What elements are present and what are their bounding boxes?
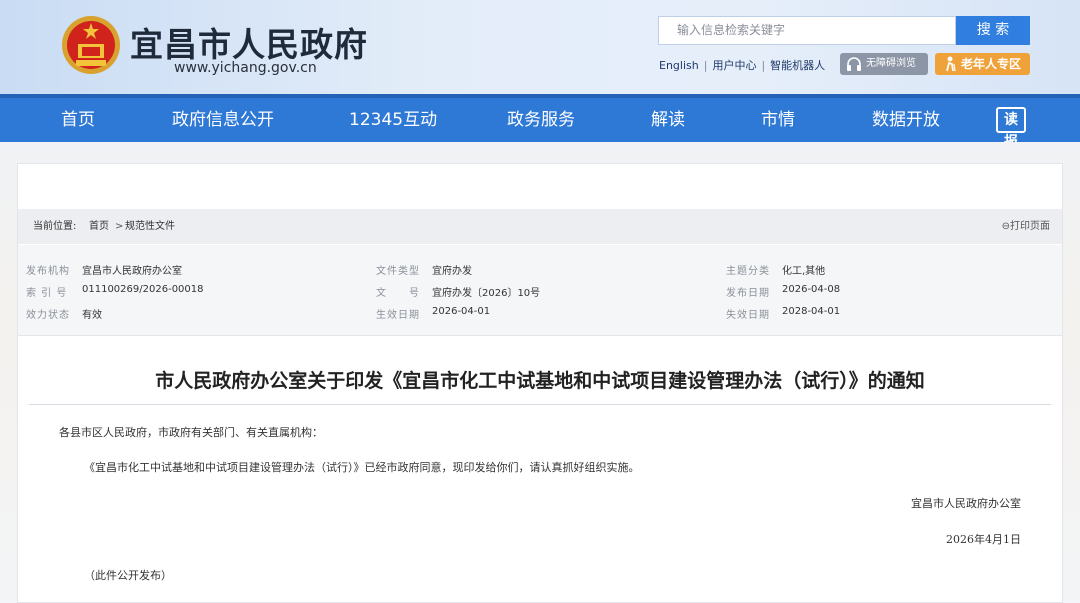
meta-publisher: 宜昌市人民政府办公室 (82, 266, 182, 277)
breadcrumb-separator: > (115, 221, 124, 232)
elder-zone-button[interactable]: 老年人专区 (935, 53, 1030, 75)
read-newspaper-icon[interactable]: 读报 (996, 107, 1026, 150)
meta-pubdate: 2026-04-08 (782, 284, 841, 295)
print-label: 打印页面 (1010, 221, 1050, 232)
barrier-free-button[interactable]: 无障碍浏览 (840, 53, 928, 75)
meta-label: 生效日期 (376, 310, 420, 321)
site-title[interactable]: 宜昌市人民政府 (130, 18, 368, 66)
nav-city-info[interactable]: 市情 (761, 98, 795, 142)
meta-status: 有效 (82, 310, 102, 321)
link-separator: | (761, 59, 766, 72)
barrier-free-label: 无障碍浏览 (866, 58, 916, 69)
nav-12345[interactable]: 12345互动 (349, 98, 437, 142)
print-icon: ⊖ (1001, 221, 1010, 232)
link-separator: | (703, 59, 708, 72)
main-nav: 首页 政府信息公开 12345互动 政务服务 解读 市情 数据开放 读报 (0, 94, 1080, 150)
meta-label: 文 号 (376, 288, 420, 299)
meta-effective: 2026-04-01 (432, 306, 491, 317)
meta-label: 文件类型 (376, 266, 420, 277)
meta-index: 011100269/2026-00018 (82, 284, 204, 295)
headphones-icon (847, 57, 861, 71)
search-button[interactable]: 搜 索 (956, 16, 1030, 45)
meta-label: 索 引 号 (26, 288, 68, 299)
meta-doctype: 宜府办发 (432, 266, 472, 277)
document-meta: 发布机构 宜昌市人民政府办公室 索 引 号 011100269/2026-000… (18, 245, 1062, 336)
document-date: 2026年4月1日 (946, 533, 1021, 546)
nav-home[interactable]: 首页 (61, 98, 95, 142)
breadcrumb: 当前位置: 首页 > 规范性文件 ⊖打印页面 (18, 209, 1062, 244)
site-header: 宜昌市人民政府 www.yichang.gov.cn 输入信息检索关键字 搜 索… (0, 0, 1080, 94)
title-divider (29, 404, 1051, 405)
breadcrumb-current[interactable]: 规范性文件 (125, 209, 175, 244)
breadcrumb-label: 当前位置: (33, 221, 77, 232)
robot-link[interactable]: 智能机器人 (770, 59, 825, 72)
national-emblem-icon (62, 16, 120, 74)
elder-person-icon (946, 56, 956, 72)
meta-label: 主题分类 (726, 266, 770, 277)
meta-label: 失效日期 (726, 310, 770, 321)
meta-label: 发布日期 (726, 288, 770, 299)
nav-gov-info[interactable]: 政府信息公开 (172, 98, 274, 142)
document-note: （此件公开发布） (84, 569, 172, 582)
meta-label: 效力状态 (26, 310, 70, 321)
print-button[interactable]: ⊖打印页面 (1002, 209, 1050, 244)
nav-gov-service[interactable]: 政务服务 (507, 98, 575, 142)
meta-label: 发布机构 (26, 266, 70, 277)
meta-topic: 化工,其他 (782, 266, 826, 277)
meta-docno: 宜府办发〔2026〕10号 (432, 288, 541, 299)
user-center-link[interactable]: 用户中心 (712, 59, 756, 72)
document-signature: 宜昌市人民政府办公室 (911, 497, 1021, 510)
nav-interpretation[interactable]: 解读 (651, 98, 685, 142)
breadcrumb-home[interactable]: 首页 (89, 209, 109, 244)
nav-open-data[interactable]: 数据开放 (872, 98, 940, 142)
meta-expire: 2028-04-01 (782, 306, 841, 317)
document-body: 《宜昌市化工中试基地和中试项目建设管理办法（试行）》已经市政府同意，现印发给你们… (84, 461, 640, 474)
document-salutation: 各县市区人民政府，市政府有关部门、有关直属机构： (59, 426, 323, 439)
search-input[interactable]: 输入信息检索关键字 (658, 16, 956, 45)
top-links: English | 用户中心 | 智能机器人 (659, 57, 825, 73)
site-url: www.yichang.gov.cn (174, 60, 317, 76)
document-title: 市人民政府办公室关于印发《宜昌市化工中试基地和中试项目建设管理办法（试行）》的通… (155, 370, 925, 392)
elder-zone-label: 老年人专区 (961, 57, 1022, 71)
english-link[interactable]: English (659, 59, 699, 72)
